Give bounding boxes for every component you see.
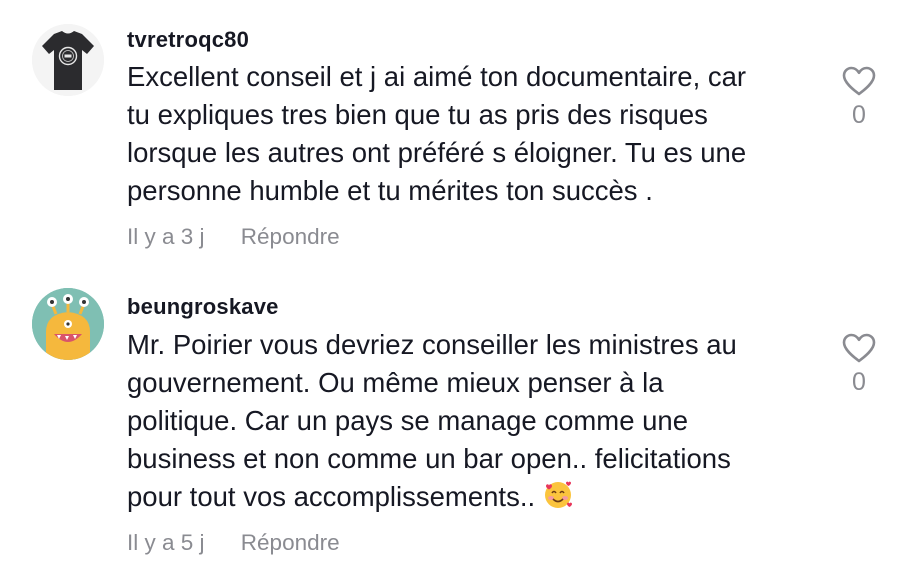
like-button[interactable]: 0 bbox=[838, 65, 880, 130]
comment-text-line: business et non comme un bar open.. feli… bbox=[127, 443, 731, 474]
comment-item: beungroskave Mr. Poirier vous devriez co… bbox=[0, 270, 898, 576]
comment-text-line: politique. Car un pays se manage comme u… bbox=[127, 405, 689, 436]
comment-username[interactable]: tvretroqc80 bbox=[127, 27, 249, 53]
user-avatar[interactable] bbox=[32, 288, 104, 360]
reply-button[interactable]: Répondre bbox=[241, 224, 340, 249]
like-count: 0 bbox=[852, 101, 866, 129]
comment-text-line: Excellent conseil et j ai aimé ton docum… bbox=[127, 61, 747, 92]
comment-text-line: gouvernement. Ou même mieux penser à la bbox=[127, 367, 664, 398]
heart-outline-icon bbox=[842, 66, 876, 96]
comment-text: Excellent conseil et j ai aimé ton docum… bbox=[127, 58, 817, 210]
comment-text-line: pour tout vos accomplissements.. bbox=[127, 478, 817, 520]
comment-text-line: tu expliques tres bien que tu as pris de… bbox=[127, 99, 708, 130]
comment-item: tvretroqc80 Excellent conseil et j ai ai… bbox=[0, 0, 898, 270]
tshirt-avatar-icon bbox=[32, 24, 104, 96]
comment-meta: Il y a 5 j Répondre bbox=[127, 530, 340, 556]
comment-text-line-text: pour tout vos accomplissements.. bbox=[127, 481, 536, 512]
comment-text: Mr. Poirier vous devriez conseiller les … bbox=[127, 326, 817, 520]
heart-outline-icon bbox=[842, 333, 876, 363]
reply-button[interactable]: Répondre bbox=[241, 530, 340, 555]
comment-timestamp: Il y a 5 j bbox=[127, 530, 205, 555]
like-count: 0 bbox=[852, 368, 866, 396]
comment-meta: Il y a 3 j Répondre bbox=[127, 224, 340, 250]
comment-timestamp: Il y a 3 j bbox=[127, 224, 205, 249]
comment-text-line: personne humble et tu mérites ton succès… bbox=[127, 175, 653, 206]
like-button[interactable]: 0 bbox=[838, 332, 880, 397]
smiling-face-with-hearts-icon bbox=[543, 480, 573, 520]
comment-text-line: Mr. Poirier vous devriez conseiller les … bbox=[127, 329, 737, 360]
comment-text-line: lorsque les autres ont préféré s éloigne… bbox=[127, 137, 747, 168]
user-avatar[interactable] bbox=[32, 24, 104, 96]
monster-avatar-icon bbox=[32, 288, 104, 360]
comment-username[interactable]: beungroskave bbox=[127, 294, 279, 320]
